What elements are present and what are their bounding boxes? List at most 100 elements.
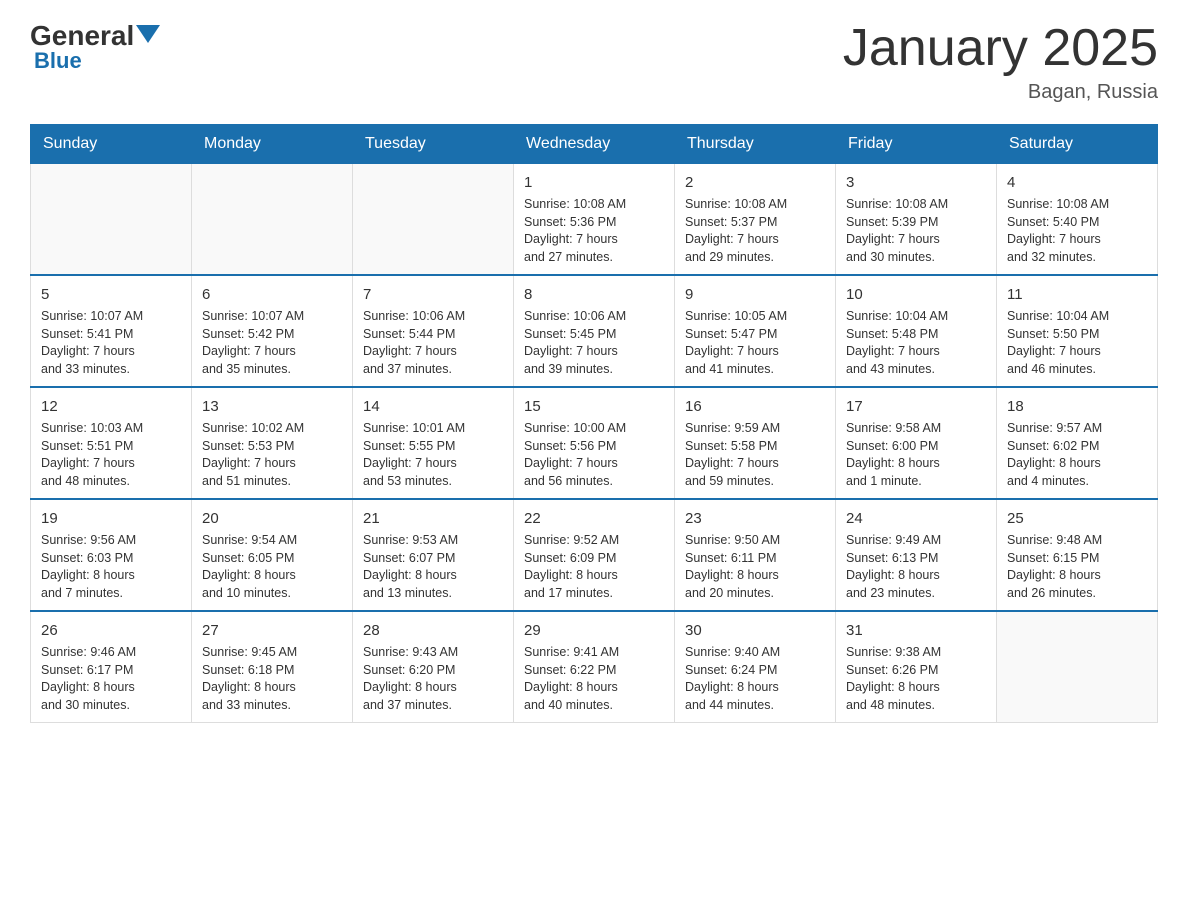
day-number: 30 bbox=[685, 620, 825, 641]
day-number: 25 bbox=[1007, 508, 1147, 529]
calendar-cell: 22 Sunrise: 9:52 AM Sunset: 6:09 PM Dayli… bbox=[514, 499, 675, 611]
day-info: Sunrise: 10:01 AM Sunset: 5:55 PM Daylig… bbox=[363, 420, 503, 490]
day-info: Sunrise: 9:57 AM Sunset: 6:02 PM Dayligh… bbox=[1007, 420, 1147, 490]
calendar-cell bbox=[192, 164, 353, 276]
day-number: 8 bbox=[524, 284, 664, 305]
calendar-header-sunday: Sunday bbox=[31, 125, 192, 164]
calendar-week-row: 26 Sunrise: 9:46 AM Sunset: 6:17 PM Dayli… bbox=[31, 611, 1158, 723]
day-info: Sunrise: 9:46 AM Sunset: 6:17 PM Dayligh… bbox=[41, 644, 181, 714]
calendar-header-friday: Friday bbox=[836, 125, 997, 164]
calendar-cell bbox=[31, 164, 192, 276]
calendar-cell: 21 Sunrise: 9:53 AM Sunset: 6:07 PM Dayli… bbox=[353, 499, 514, 611]
calendar-table: SundayMondayTuesdayWednesdayThursdayFrid… bbox=[30, 124, 1158, 723]
calendar-cell: 1 Sunrise: 10:08 AM Sunset: 5:36 PM Dayli… bbox=[514, 164, 675, 276]
calendar-cell: 30 Sunrise: 9:40 AM Sunset: 6:24 PM Dayli… bbox=[675, 611, 836, 723]
calendar-cell: 14 Sunrise: 10:01 AM Sunset: 5:55 PM Dayl… bbox=[353, 387, 514, 499]
calendar-cell bbox=[353, 164, 514, 276]
day-info: Sunrise: 9:48 AM Sunset: 6:15 PM Dayligh… bbox=[1007, 532, 1147, 602]
day-number: 9 bbox=[685, 284, 825, 305]
day-info: Sunrise: 9:53 AM Sunset: 6:07 PM Dayligh… bbox=[363, 532, 503, 602]
day-number: 23 bbox=[685, 508, 825, 529]
day-number: 2 bbox=[685, 172, 825, 193]
day-info: Sunrise: 9:45 AM Sunset: 6:18 PM Dayligh… bbox=[202, 644, 342, 714]
calendar-week-row: 5Sunrise: 10:07 AM Sunset: 5:41 PM Dayli… bbox=[31, 275, 1158, 387]
day-number: 21 bbox=[363, 508, 503, 529]
calendar-cell: 24 Sunrise: 9:49 AM Sunset: 6:13 PM Dayli… bbox=[836, 499, 997, 611]
day-number: 31 bbox=[846, 620, 986, 641]
day-info: Sunrise: 10:06 AM Sunset: 5:44 PM Daylig… bbox=[363, 308, 503, 378]
day-info: Sunrise: 9:56 AM Sunset: 6:03 PM Dayligh… bbox=[41, 532, 181, 602]
day-number: 24 bbox=[846, 508, 986, 529]
calendar-cell: 28Sunrise: 9:43 AM Sunset: 6:20 PM Dayli… bbox=[353, 611, 514, 723]
calendar-cell: 19 Sunrise: 9:56 AM Sunset: 6:03 PM Dayli… bbox=[31, 499, 192, 611]
calendar-header-wednesday: Wednesday bbox=[514, 125, 675, 164]
day-info: Sunrise: 10:00 AM Sunset: 5:56 PM Daylig… bbox=[524, 420, 664, 490]
day-info: Sunrise: 9:38 AM Sunset: 6:26 PM Dayligh… bbox=[846, 644, 986, 714]
calendar-cell: 16 Sunrise: 9:59 AM Sunset: 5:58 PM Dayli… bbox=[675, 387, 836, 499]
day-number: 15 bbox=[524, 396, 664, 417]
day-number: 6 bbox=[202, 284, 342, 305]
title-section: January 2025 Bagan, Russia bbox=[843, 20, 1158, 104]
day-number: 7 bbox=[363, 284, 503, 305]
calendar-header-row: SundayMondayTuesdayWednesdayThursdayFrid… bbox=[31, 125, 1158, 164]
day-number: 26 bbox=[41, 620, 181, 641]
day-info: Sunrise: 10:04 AM Sunset: 5:48 PM Daylig… bbox=[846, 308, 986, 378]
day-info: Sunrise: 10:08 AM Sunset: 5:37 PM Daylig… bbox=[685, 196, 825, 266]
day-info: Sunrise: 9:54 AM Sunset: 6:05 PM Dayligh… bbox=[202, 532, 342, 602]
calendar-header-tuesday: Tuesday bbox=[353, 125, 514, 164]
day-info: Sunrise: 9:49 AM Sunset: 6:13 PM Dayligh… bbox=[846, 532, 986, 602]
day-info: Sunrise: 9:52 AM Sunset: 6:09 PM Dayligh… bbox=[524, 532, 664, 602]
calendar-week-row: 19 Sunrise: 9:56 AM Sunset: 6:03 PM Dayli… bbox=[31, 499, 1158, 611]
calendar-cell: 6 Sunrise: 10:07 AM Sunset: 5:42 PM Dayli… bbox=[192, 275, 353, 387]
day-number: 11 bbox=[1007, 284, 1147, 305]
day-number: 16 bbox=[685, 396, 825, 417]
calendar-cell: 3 Sunrise: 10:08 AM Sunset: 5:39 PM Dayli… bbox=[836, 164, 997, 276]
day-number: 27 bbox=[202, 620, 342, 641]
page-header: General Blue January 2025 Bagan, Russia bbox=[30, 20, 1158, 104]
day-info: Sunrise: 10:08 AM Sunset: 5:40 PM Daylig… bbox=[1007, 196, 1147, 266]
day-number: 12 bbox=[41, 396, 181, 417]
calendar-cell: 4Sunrise: 10:08 AM Sunset: 5:40 PM Dayli… bbox=[997, 164, 1158, 276]
logo-blue-text: Blue bbox=[34, 48, 82, 74]
calendar-cell: 27 Sunrise: 9:45 AM Sunset: 6:18 PM Dayli… bbox=[192, 611, 353, 723]
day-info: Sunrise: 9:41 AM Sunset: 6:22 PM Dayligh… bbox=[524, 644, 664, 714]
calendar-cell: 23 Sunrise: 9:50 AM Sunset: 6:11 PM Dayli… bbox=[675, 499, 836, 611]
day-number: 14 bbox=[363, 396, 503, 417]
day-number: 19 bbox=[41, 508, 181, 529]
day-info: Sunrise: 10:03 AM Sunset: 5:51 PM Daylig… bbox=[41, 420, 181, 490]
day-info: Sunrise: 10:04 AM Sunset: 5:50 PM Daylig… bbox=[1007, 308, 1147, 378]
calendar-cell: 12 Sunrise: 10:03 AM Sunset: 5:51 PM Dayl… bbox=[31, 387, 192, 499]
location-text: Bagan, Russia bbox=[843, 81, 1158, 104]
day-info: Sunrise: 10:06 AM Sunset: 5:45 PM Daylig… bbox=[524, 308, 664, 378]
day-number: 20 bbox=[202, 508, 342, 529]
calendar-cell: 9 Sunrise: 10:05 AM Sunset: 5:47 PM Dayli… bbox=[675, 275, 836, 387]
logo: General Blue bbox=[30, 20, 160, 74]
calendar-cell: 8 Sunrise: 10:06 AM Sunset: 5:45 PM Dayli… bbox=[514, 275, 675, 387]
calendar-header-monday: Monday bbox=[192, 125, 353, 164]
day-info: Sunrise: 10:08 AM Sunset: 5:39 PM Daylig… bbox=[846, 196, 986, 266]
calendar-cell: 5Sunrise: 10:07 AM Sunset: 5:41 PM Dayli… bbox=[31, 275, 192, 387]
day-number: 3 bbox=[846, 172, 986, 193]
day-number: 22 bbox=[524, 508, 664, 529]
calendar-cell: 18 Sunrise: 9:57 AM Sunset: 6:02 PM Dayli… bbox=[997, 387, 1158, 499]
day-info: Sunrise: 9:43 AM Sunset: 6:20 PM Dayligh… bbox=[363, 644, 503, 714]
day-info: Sunrise: 10:08 AM Sunset: 5:36 PM Daylig… bbox=[524, 196, 664, 266]
day-info: Sunrise: 10:07 AM Sunset: 5:42 PM Daylig… bbox=[202, 308, 342, 378]
day-number: 13 bbox=[202, 396, 342, 417]
calendar-header-thursday: Thursday bbox=[675, 125, 836, 164]
calendar-week-row: 12 Sunrise: 10:03 AM Sunset: 5:51 PM Dayl… bbox=[31, 387, 1158, 499]
day-number: 17 bbox=[846, 396, 986, 417]
calendar-cell: 31 Sunrise: 9:38 AM Sunset: 6:26 PM Dayli… bbox=[836, 611, 997, 723]
calendar-cell: 10 Sunrise: 10:04 AM Sunset: 5:48 PM Dayl… bbox=[836, 275, 997, 387]
day-info: Sunrise: 10:05 AM Sunset: 5:47 PM Daylig… bbox=[685, 308, 825, 378]
day-number: 10 bbox=[846, 284, 986, 305]
calendar-header-saturday: Saturday bbox=[997, 125, 1158, 164]
day-number: 18 bbox=[1007, 396, 1147, 417]
calendar-week-row: 1 Sunrise: 10:08 AM Sunset: 5:36 PM Dayli… bbox=[31, 164, 1158, 276]
day-info: Sunrise: 9:59 AM Sunset: 5:58 PM Dayligh… bbox=[685, 420, 825, 490]
day-info: Sunrise: 9:58 AM Sunset: 6:00 PM Dayligh… bbox=[846, 420, 986, 490]
day-number: 1 bbox=[524, 172, 664, 193]
day-info: Sunrise: 9:50 AM Sunset: 6:11 PM Dayligh… bbox=[685, 532, 825, 602]
day-info: Sunrise: 9:40 AM Sunset: 6:24 PM Dayligh… bbox=[685, 644, 825, 714]
calendar-cell: 13Sunrise: 10:02 AM Sunset: 5:53 PM Dayl… bbox=[192, 387, 353, 499]
